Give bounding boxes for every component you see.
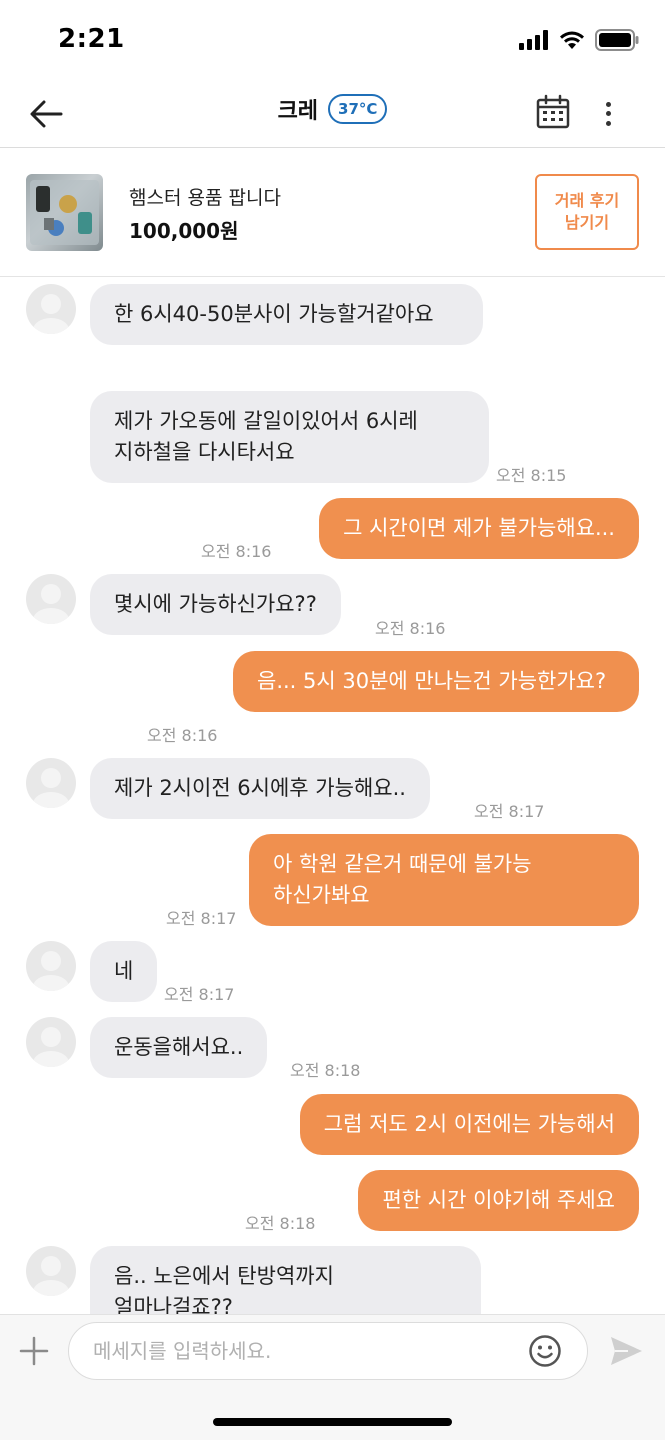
message-timestamp: 오전 8:17	[166, 909, 237, 928]
incoming-message-bubble[interactable]: 제가 가오동에 갈일이있어서 6시레 지하철을 다시타서요	[90, 391, 489, 483]
home-indicator	[213, 1418, 452, 1426]
default-avatar-icon	[33, 1027, 69, 1067]
message-timestamp: 오전 8:15	[496, 466, 567, 485]
product-title[interactable]: 햄스터 용품 팝니다	[129, 183, 281, 210]
message-timestamp: 오전 8:18	[290, 1061, 361, 1080]
outgoing-message-bubble[interactable]: 편한 시간 이야기해 주세요	[358, 1170, 639, 1231]
incoming-message-bubble[interactable]: 운동을해서요..	[90, 1017, 268, 1078]
calendar-icon	[536, 94, 570, 129]
message-timestamp: 오전 8:18	[245, 1214, 316, 1233]
more-options-button[interactable]	[594, 96, 622, 132]
status-time: 2:21	[58, 24, 125, 54]
product-image	[30, 180, 99, 245]
incoming-message-bubble[interactable]: 네	[90, 941, 158, 1002]
review-button-label-line1: 거래 후기	[554, 191, 620, 210]
default-avatar-icon	[33, 294, 69, 334]
avatar[interactable]	[26, 941, 76, 991]
avatar[interactable]	[26, 758, 76, 808]
review-button-label-line2: 남기기	[564, 213, 610, 232]
send-button[interactable]	[608, 1333, 644, 1369]
attach-button[interactable]	[18, 1335, 50, 1367]
avatar[interactable]	[26, 1246, 76, 1296]
incoming-message-bubble[interactable]: 한 6시40-50분사이 가능할거같아요	[90, 284, 483, 345]
message-timestamp: 오전 8:17	[164, 985, 235, 1004]
default-avatar-icon	[33, 768, 69, 808]
more-vertical-icon	[605, 102, 611, 108]
message-input[interactable]	[68, 1322, 588, 1380]
emoji-button[interactable]	[528, 1334, 562, 1368]
message-composer	[0, 1314, 665, 1440]
battery-icon	[595, 29, 639, 51]
message-timestamp: 오전 8:16	[147, 726, 218, 745]
outgoing-message-bubble[interactable]: 그럼 저도 2시 이전에는 가능해서	[299, 1094, 639, 1155]
outgoing-message-bubble[interactable]: 음... 5시 30분에 만나는건 가능한가요?	[233, 651, 639, 712]
avatar[interactable]	[26, 1017, 76, 1067]
incoming-message-bubble[interactable]: 제가 2시이전 6시에후 가능해요..	[90, 758, 430, 819]
default-avatar-icon	[33, 951, 69, 991]
manner-temperature-badge: 37°C	[328, 94, 388, 124]
outgoing-message-bubble[interactable]: 아 학원 같은거 때문에 불가능 하신가봐요	[249, 834, 639, 926]
avatar[interactable]	[26, 284, 76, 334]
product-price: 100,000원	[129, 219, 239, 243]
status-bar: 2:21	[0, 0, 665, 80]
message-timestamp: 오전 8:16	[201, 542, 272, 561]
smiley-icon	[529, 1335, 561, 1367]
send-icon	[611, 1337, 642, 1365]
default-avatar-icon	[33, 584, 69, 624]
wifi-icon	[560, 31, 584, 49]
incoming-message-bubble[interactable]: 몇시에 가능하신가요??	[90, 574, 341, 635]
plus-icon	[19, 1336, 49, 1366]
incoming-message-bubble[interactable]: 음.. 노은에서 탄방역까지 얼마나걸죠??	[90, 1246, 481, 1314]
product-thumbnail[interactable]	[26, 174, 103, 251]
status-icons	[519, 28, 639, 52]
leave-review-button[interactable]: 거래 후기 남기기	[535, 174, 639, 250]
chat-header: 크레 37°C	[0, 80, 665, 148]
cellular-signal-icon	[519, 30, 548, 50]
calendar-button[interactable]	[535, 94, 571, 130]
chat-partner-name: 크레	[277, 99, 319, 124]
message-timestamp: 오전 8:17	[474, 802, 545, 821]
message-timestamp: 오전 8:16	[375, 619, 446, 638]
product-info-bar: 햄스터 용품 팝니다 100,000원 거래 후기 남기기	[0, 149, 665, 277]
default-avatar-icon	[33, 1256, 69, 1296]
outgoing-message-bubble[interactable]: 그 시간이면 제가 불가능해요...	[319, 498, 639, 559]
message-list[interactable]: 한 6시40-50분사이 가능할거같아요 제가 가오동에 갈일이있어서 6시레 …	[0, 278, 665, 1314]
avatar[interactable]	[26, 574, 76, 624]
